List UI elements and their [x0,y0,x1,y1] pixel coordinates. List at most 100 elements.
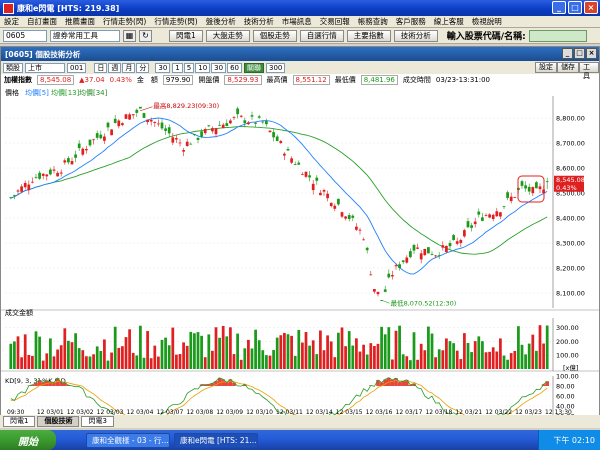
maximize-icon[interactable]: □ [568,1,582,14]
menu-item[interactable]: 檢視說明 [468,16,506,27]
minute-button[interactable]: 10 [195,62,211,73]
close-icon[interactable]: × [584,1,598,14]
minute-button[interactable]: 5 [183,62,195,73]
volume-bar [301,342,304,369]
status-tab[interactable]: 個股技術 [37,416,80,427]
status-tab[interactable]: 閃電3 [81,416,114,427]
minimize-icon[interactable]: _ [552,1,566,14]
volume-bar [286,334,290,369]
price-tick-label: 8,400.00 [556,215,585,223]
candle-body [391,274,394,277]
candle-body [499,212,502,217]
volume-bar [545,325,549,369]
open-value: 8,529.93 [224,75,262,85]
volume-bar [59,345,63,369]
refresh-icon[interactable]: ↻ [139,29,152,42]
grid-icon[interactable]: ▦ [123,29,136,42]
candle-body [286,149,290,151]
legend-ma5: 均價[5] [25,88,49,97]
candle-body [265,121,268,125]
volume-bar [319,330,322,369]
taskbar-task-2[interactable]: 康和e閃電 [HTS: 21... [174,432,258,448]
code-input[interactable]: 0605 [3,29,47,42]
candle-body [358,229,362,231]
menu-item[interactable]: 設定 [0,16,23,27]
menu-item[interactable]: 市場訊息 [278,16,316,27]
menu-item[interactable]: 推薦畫面 [61,16,99,27]
settings-button[interactable]: 設定 [535,62,557,73]
minute-button[interactable]: 1 [172,62,183,73]
candle-body [329,202,333,207]
price-tick-label: 8,100.00 [556,290,585,298]
period-button[interactable]: 月 [122,62,136,73]
volume-bar [95,346,99,369]
menu-item[interactable]: 自訂畫面 [23,16,61,27]
volume-bar [380,326,383,369]
category-select[interactable]: 類股 [3,62,23,73]
volume-bar [232,354,236,369]
related-button[interactable]: 關聯 [244,62,264,73]
start-button[interactable]: 開始 [0,430,56,450]
technical-chart[interactable]: 價格 均價[5] 均價[13] 均價[34] 8,800.00 8,700.00 8,600… [1,86,599,416]
toolbar-button[interactable]: 大盤走勢 [205,29,250,42]
toolbar-button[interactable]: 個股走勢 [252,29,297,42]
menu-item[interactable]: 交易回報 [316,16,354,27]
price-tick-label: 8,200.00 [556,265,585,273]
toolbar-button[interactable]: 閃電1 [169,29,203,42]
volume-bar [203,357,207,369]
volume-bar [106,360,110,369]
minute-button[interactable]: 60 [227,62,242,73]
candle-body [77,143,81,149]
toolbar-button[interactable]: 主要指數 [346,29,391,42]
volume-bar [67,340,70,369]
num-select[interactable]: 001 [67,62,87,73]
candle-body [304,171,308,177]
kd-tick-label: 60.00 [556,393,575,401]
candle-body [470,225,473,228]
tools-button[interactable]: 工具 [579,62,599,80]
template-select[interactable]: 證券常用工具 [50,29,120,42]
candle-body [495,211,499,217]
panel-maximize-icon[interactable]: □ [574,48,585,59]
candle-body [121,123,124,126]
candle-body [383,289,387,292]
panel-close-icon[interactable]: × [586,48,597,59]
volume-bar [175,354,178,369]
menu-item[interactable]: 帳務查詢 [354,16,392,27]
volume-bar [524,354,527,369]
toolbar-button[interactable]: 技術分析 [393,29,438,42]
minutes-select[interactable]: 30 [155,62,171,73]
market-select[interactable]: 上市 [25,62,65,73]
candle-body [20,186,23,192]
minute-button[interactable]: 30 [211,62,227,73]
panel-minimize-icon[interactable]: _ [562,48,573,59]
menu-item[interactable]: 客戶服務 [392,16,430,27]
search-input[interactable] [528,29,587,42]
toolbar-button[interactable]: 自選行情 [299,29,344,42]
volume-bar [470,352,473,369]
low-label: 最低價 [334,76,356,84]
candle-body [441,245,445,248]
taskbar-task-1[interactable]: 康和全觀樣 - 03 - 行... [86,432,170,448]
candle-body [448,243,452,247]
volume-label: 成交金額 [5,308,33,317]
menu-item[interactable]: 行情走勢(閃) [150,16,201,27]
menu-item[interactable]: 線上客服 [430,16,468,27]
save-button[interactable]: 儲存 [557,62,579,73]
candle-body [178,142,182,144]
window-title: 康和e閃電 [HTS: 219.38] [17,3,120,13]
volume-bar [178,354,182,369]
candle-body [13,195,16,196]
status-tab[interactable]: 閃電1 [3,416,36,427]
candle-body [347,215,351,220]
period-button[interactable]: 日 [94,62,108,73]
menu-item[interactable]: 行情走勢(閃) [99,16,150,27]
candle-body [214,128,218,135]
period-button[interactable]: 分 [136,62,150,73]
menu-item[interactable]: 盤後分析 [202,16,240,27]
volume-bar [502,355,506,369]
count-input[interactable]: 300 [266,62,286,73]
high-label: 最高價 [266,76,288,84]
period-button[interactable]: 週 [108,62,122,73]
menu-item[interactable]: 技術分析 [240,16,278,27]
